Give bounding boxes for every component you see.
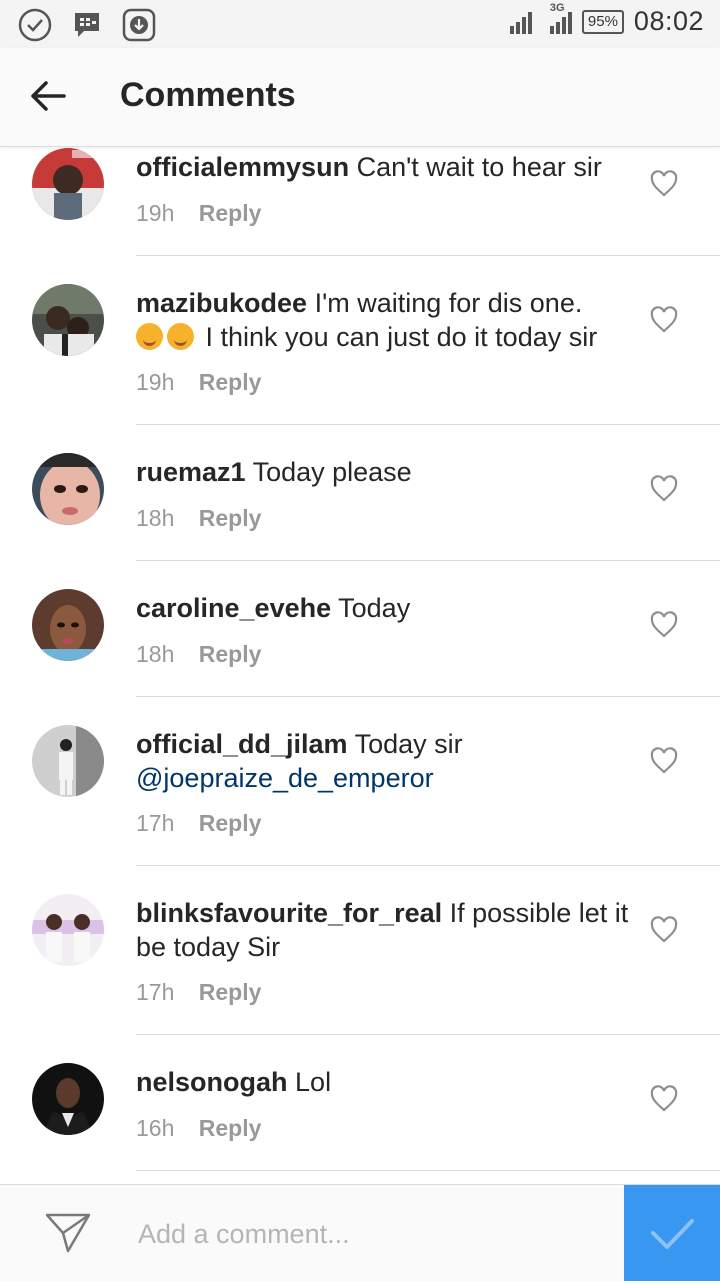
mention-link[interactable]: @joepraize_de_emperor [136,763,434,793]
signal-3g-icon: 3G [549,2,572,34]
comment-text: blinksfavourite_for_real If possible let… [136,896,636,964]
heart-icon[interactable] [650,1085,678,1113]
reply-button[interactable]: Reply [199,505,262,531]
comment-meta: 17h Reply [136,810,261,837]
reply-button[interactable]: Reply [199,369,262,395]
status-left-icons [18,8,156,42]
comment-text: officialemmysun Can't wait to hear sir [136,150,636,184]
battery-indicator: 95% [581,9,624,34]
avatar[interactable] [32,453,104,525]
direct-send-icon[interactable] [44,1211,92,1255]
heart-icon[interactable] [650,611,678,639]
comment-meta: 17h Reply [136,979,261,1006]
avatar[interactable] [32,589,104,661]
smiling-face-emoji [136,323,163,350]
heart-icon[interactable] [650,475,678,503]
arrow-left-icon [31,81,66,111]
comment-item: caroline_evehe Today 18h Reply [0,561,720,697]
comment-body-continued: I think you can just do it today sir [205,322,598,352]
comment-item: blinksfavourite_for_real If possible let… [0,866,720,1035]
comment-meta: 19h Reply [136,369,261,396]
comment-username[interactable]: officialemmysun [136,152,349,182]
comment-item: nelsonogah Lol 16h Reply [0,1035,720,1171]
comment-time: 16h [136,1115,175,1141]
comment-time: 18h [136,505,175,531]
divider [136,1170,720,1171]
comment-item: ruemaz1 Today please 18h Reply [0,425,720,561]
comment-body: Can't wait to hear sir [356,152,602,182]
comment-username[interactable]: nelsonogah [136,1067,288,1097]
comment-username[interactable]: blinksfavourite_for_real [136,898,442,928]
comment-username[interactable]: caroline_evehe [136,593,331,623]
comment-body: Today please [252,457,412,487]
status-right: 3G 95% 08:02 [509,2,704,37]
comment-meta: 18h Reply [136,641,261,668]
app-header: Comments [0,48,720,147]
comment-meta: 19h Reply [136,200,261,227]
reply-button[interactable]: Reply [199,810,262,836]
reply-button[interactable]: Reply [199,1115,262,1141]
reply-button[interactable]: Reply [199,641,262,667]
clock: 08:02 [633,6,704,36]
download-icon [122,8,156,42]
check-circle-icon [18,8,52,42]
smiling-face-emoji [167,323,194,350]
avatar[interactable] [32,894,104,966]
comments-list: officialemmysun Can't wait to hear sir 1… [0,146,720,1184]
comment-username[interactable]: official_dd_jilam [136,729,348,759]
comment-input[interactable] [136,1205,610,1263]
signal-icon [509,10,532,34]
status-bar: 3G 95% 08:02 [0,0,720,48]
comment-body: Lol [295,1067,332,1097]
avatar[interactable] [32,284,104,356]
comment-time: 17h [136,979,175,1005]
comment-time: 19h [136,200,175,226]
comment-time: 17h [136,810,175,836]
bbm-icon [70,8,104,42]
comment-text: nelsonogah Lol [136,1065,636,1099]
comment-username[interactable]: ruemaz1 [136,457,246,487]
comment-time: 19h [136,369,175,395]
post-comment-button[interactable] [624,1185,720,1281]
comment-meta: 16h Reply [136,1115,261,1142]
comment-composer [0,1184,720,1281]
avatar[interactable] [32,1063,104,1135]
checkmark-icon [651,1219,694,1249]
comment-body: Today [338,593,411,623]
page-title: Comments [120,76,296,114]
comment-item: officialemmysun Can't wait to hear sir 1… [0,146,720,256]
avatar[interactable] [32,148,104,220]
network-type: 3G [549,1,565,14]
reply-button[interactable]: Reply [199,200,262,226]
reply-button[interactable]: Reply [199,979,262,1005]
comment-text: mazibukodee I'm waiting for dis one. I t… [136,286,636,354]
heart-icon[interactable] [650,170,678,198]
comment-time: 18h [136,641,175,667]
comment-item: official_dd_jilam Today sir @joepraize_d… [0,697,720,866]
comment-username[interactable]: mazibukodee [136,288,307,318]
heart-icon[interactable] [650,916,678,944]
comment-meta: 18h Reply [136,505,261,532]
back-button[interactable] [26,74,70,118]
comment-text: caroline_evehe Today [136,591,636,625]
comment-text: ruemaz1 Today please [136,455,636,489]
heart-icon[interactable] [650,747,678,775]
comment-body: I'm waiting for dis one. [314,288,583,318]
heart-icon[interactable] [650,306,678,334]
comment-item: mazibukodee I'm waiting for dis one. I t… [0,256,720,425]
comment-text: official_dd_jilam Today sir @joepraize_d… [136,727,636,795]
comment-body: Today sir [354,729,463,759]
avatar[interactable] [32,725,104,797]
